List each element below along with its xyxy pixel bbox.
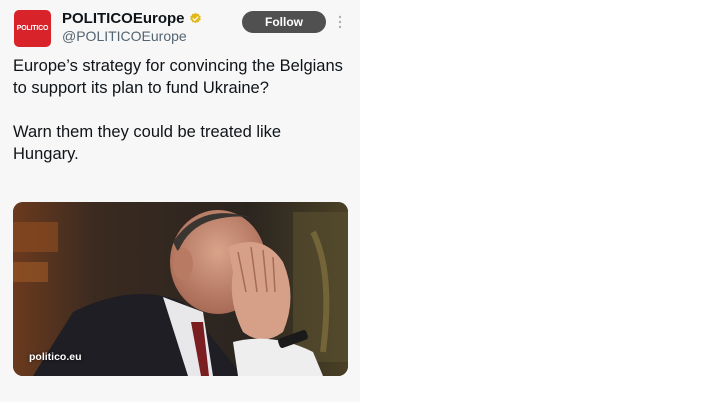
name-row: POLITICOEurope	[62, 10, 202, 27]
tweet-text: Europe’s strategy for convincing the Bel…	[13, 55, 343, 187]
more-options-icon[interactable]	[336, 14, 344, 30]
follow-button[interactable]: Follow	[242, 11, 326, 33]
verified-badge-icon	[189, 12, 201, 24]
photo-man-covering-face-icon	[13, 202, 348, 376]
tweet-paragraph: Warn them they could be treated like Hun…	[13, 123, 282, 163]
display-name[interactable]: POLITICOEurope	[62, 10, 185, 27]
avatar[interactable]: POLITICO	[14, 10, 51, 47]
media-source-label: politico.eu	[29, 351, 82, 363]
handle[interactable]: @POLITICOEurope	[62, 28, 187, 44]
avatar-logo-text: POLITICO	[16, 25, 49, 32]
tweet-paragraph: Europe’s strategy for convincing the Bel…	[13, 57, 343, 97]
media-image[interactable]: politico.eu	[13, 202, 348, 376]
tweet-card: POLITICO POLITICOEurope @POLITICOEurope …	[0, 0, 360, 402]
